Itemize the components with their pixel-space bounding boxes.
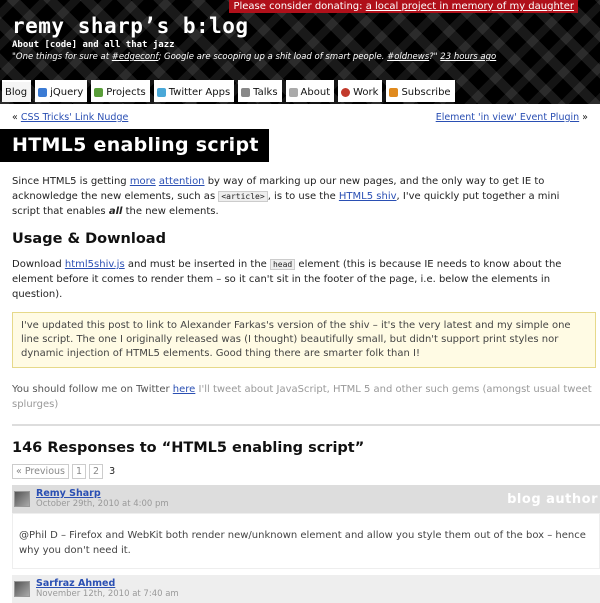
nav-about[interactable]: About [285, 80, 335, 102]
comment-date: November 12th, 2010 at 7:40 am [36, 589, 179, 599]
nav-work-label: Work [353, 86, 379, 98]
attention-link[interactable]: attention [159, 176, 205, 187]
section-divider [12, 424, 600, 426]
donate-banner: Please consider donating: a local projec… [229, 0, 578, 13]
prev-post: « CSS Tricks' Link Nudge [12, 112, 129, 123]
site-header: Please consider donating: a local projec… [0, 0, 600, 104]
all-emphasis: all [108, 206, 123, 217]
intro-paragraph: Since HTML5 is getting more attention by… [12, 174, 582, 219]
download-text-2: and must be inserted in the [124, 259, 270, 270]
nav-talks-label: Talks [253, 86, 278, 98]
comment-author-link[interactable]: Sarfraz Ahmed [36, 578, 115, 589]
comment: Sarfraz Ahmed November 12th, 2010 at 7:4… [12, 575, 600, 603]
comment-body: @Phil D – Firefox and WebKit both render… [12, 513, 600, 569]
prev-post-link[interactable]: CSS Tricks' Link Nudge [21, 112, 128, 123]
tweet-text-mid: ; Google are scooping up a shit load of … [158, 52, 388, 62]
site-title[interactable]: remy sharp’s b:log [12, 14, 249, 38]
html5-shiv-link[interactable]: HTML5 shiv [339, 191, 397, 202]
tweet-hashtag-oldnews[interactable]: #oldnews [387, 52, 429, 62]
donate-link[interactable]: a local project in memory of my daughter [366, 1, 574, 12]
intro-text-4: , is to use the [267, 191, 339, 202]
nav-jquery[interactable]: jQuery [35, 80, 88, 102]
nav-twitter-apps-label: Twitter Apps [168, 86, 231, 98]
twitter-icon [156, 87, 166, 97]
main-nav: Blog jQuery Projects Twitter Apps Talks … [2, 80, 455, 102]
avatar [14, 581, 30, 597]
usage-heading: Usage & Download [12, 231, 166, 247]
post-navigation: « CSS Tricks' Link Nudge Element 'in vie… [0, 112, 600, 123]
post-content: Since HTML5 is getting more attention by… [0, 174, 600, 603]
pager-page-2[interactable]: 2 [89, 464, 104, 479]
nav-about-label: About [300, 86, 331, 98]
tweet-time-link[interactable]: 23 hours ago [440, 52, 496, 62]
pager-page-1[interactable]: 1 [71, 464, 87, 479]
follow-text-1: You should follow me on Twitter [12, 384, 173, 395]
comment: Remy Sharp October 29th, 2010 at 4:00 pm… [12, 485, 600, 569]
nav-projects[interactable]: Projects [91, 80, 150, 102]
tweet-hashtag-edgeconf[interactable]: #edgeconf [112, 52, 159, 62]
intro-text-1: Since HTML5 is getting [12, 176, 130, 187]
pager-previous[interactable]: « Previous [12, 464, 69, 479]
donate-text: Please consider donating: [233, 1, 363, 12]
responses-heading: 146 Responses to “HTML5 enabling script” [12, 440, 365, 456]
comment-header: Sarfraz Ahmed November 12th, 2010 at 7:4… [12, 575, 600, 603]
comment-header: Remy Sharp October 29th, 2010 at 4:00 pm… [12, 485, 600, 513]
twitter-here-link[interactable]: here [173, 384, 196, 395]
download-text-1: Download [12, 259, 65, 270]
comment-author-link[interactable]: Remy Sharp [36, 488, 101, 499]
download-paragraph: Download html5shiv.js and must be insert… [12, 257, 582, 302]
comment-date: October 29th, 2010 at 4:00 pm [36, 499, 169, 509]
html5shiv-js-link[interactable]: html5shiv.js [65, 259, 125, 270]
post-title[interactable]: HTML5 enabling script [0, 129, 269, 162]
nav-subscribe[interactable]: Subscribe [386, 80, 455, 102]
pager-current-page: 3 [109, 466, 116, 477]
tweet-text-pre: "One things for sure at [12, 52, 112, 62]
nav-work[interactable]: Work [338, 80, 383, 102]
talks-icon [241, 87, 251, 97]
blog-author-badge: blog author [507, 491, 598, 507]
site-tagline: About [code] and all that jazz [12, 40, 175, 50]
head-code: head [269, 259, 296, 270]
nav-twitter-apps[interactable]: Twitter Apps [153, 80, 235, 102]
nav-projects-label: Projects [106, 86, 146, 98]
rss-icon [389, 87, 399, 97]
intro-text-6: the new elements. [122, 206, 219, 217]
about-icon [288, 87, 298, 97]
work-icon [341, 87, 351, 97]
projects-icon [94, 87, 104, 97]
latest-tweet: "One things for sure at #edgeconf; Googl… [12, 52, 496, 62]
nav-jquery-label: jQuery [50, 86, 84, 98]
nav-blog-label: Blog [5, 86, 28, 98]
nav-talks[interactable]: Talks [238, 80, 282, 102]
update-notice: I've updated this post to link to Alexan… [12, 312, 596, 368]
jquery-icon [38, 87, 48, 97]
comments-pager: « Previous 1 2 3 [12, 464, 588, 479]
nav-subscribe-label: Subscribe [401, 86, 451, 98]
more-link[interactable]: more [130, 176, 156, 187]
follow-paragraph: You should follow me on Twitter here I'l… [12, 382, 592, 412]
tweet-text-post: ?" [429, 52, 438, 62]
next-post-link[interactable]: Element 'in view' Event Plugin [436, 112, 579, 123]
next-post: Element 'in view' Event Plugin » [435, 112, 588, 123]
article-code: <article> [218, 191, 268, 202]
avatar [14, 491, 30, 507]
nav-blog[interactable]: Blog [2, 80, 32, 102]
